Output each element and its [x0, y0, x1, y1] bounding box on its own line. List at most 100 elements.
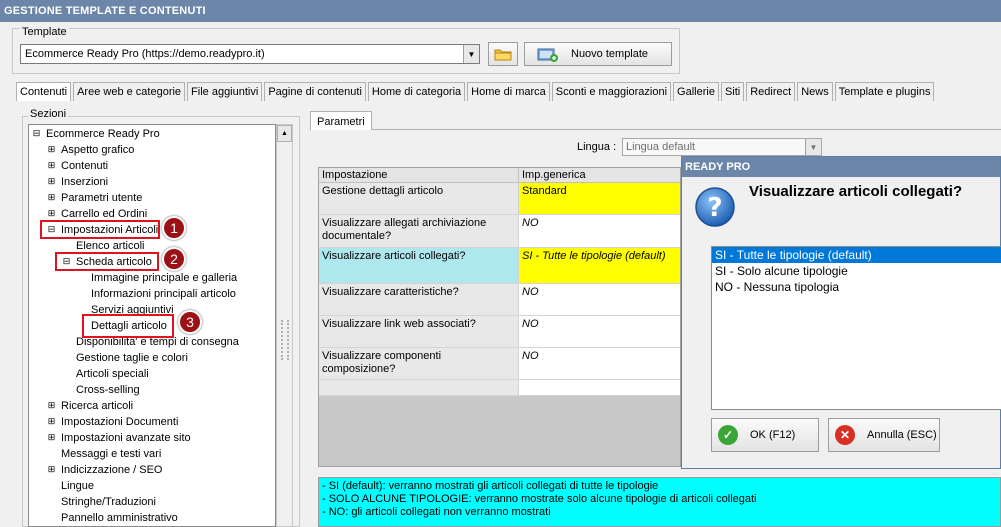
tree-item[interactable]: Immagine principale e galleria [91, 270, 237, 286]
tree-item-label: Stringhe/Traduzioni [61, 496, 156, 508]
expand-icon[interactable]: ⊞ [47, 465, 56, 475]
tree-item[interactable]: Stringhe/Traduzioni [61, 494, 156, 510]
tree-item[interactable]: ⊞ Impostazioni Documenti [47, 414, 179, 430]
tree-item[interactable]: Cross-selling [76, 382, 140, 398]
template-group-label: Template [20, 26, 69, 38]
option-item[interactable]: SI - Solo alcune tipologie [712, 263, 1001, 279]
help-line: - SOLO ALCUNE TIPOLOGIE: verranno mostra… [322, 493, 757, 505]
tab-parametri[interactable]: Parametri [310, 111, 372, 130]
setting-value[interactable]: Standard [519, 183, 680, 215]
setting-name-selected[interactable]: Visualizzare articoli collegati? [319, 248, 519, 284]
tree-item[interactable]: ⊞ Aspetto grafico [47, 142, 135, 158]
lingua-select[interactable]: Lingua default ▼ [622, 138, 822, 156]
dialog-question: Visualizzare articoli collegati? [749, 183, 963, 200]
setting-value[interactable]: NO [519, 284, 680, 316]
empty-row [319, 380, 519, 396]
tab-home-categoria[interactable]: Home di categoria [367, 82, 466, 101]
cancel-button-label: Annulla (ESC) [867, 429, 937, 441]
tree-item-label: Inserzioni [61, 176, 109, 188]
help-line: - SI (default): verranno mostrati gli ar… [322, 480, 659, 492]
tree-item-label: Pannello amministrativo [61, 512, 178, 524]
splitter-grip[interactable] [281, 320, 289, 360]
step-marker-1: 1 [162, 216, 186, 240]
setting-value[interactable]: NO [519, 316, 680, 348]
expand-icon[interactable]: ⊞ [47, 145, 56, 155]
setting-name[interactable]: Visualizzare link web associati? [319, 316, 519, 348]
tab-template-plugins[interactable]: Template e plugins [834, 82, 935, 101]
template-select[interactable]: Ecommerce Ready Pro (https://demo.readyp… [20, 44, 480, 64]
tab-contenuti[interactable]: Contenuti [16, 82, 72, 101]
dialog-title: READY PRO [682, 157, 1000, 177]
expand-icon[interactable]: ⊞ [47, 401, 56, 411]
new-template-label: Nuovo template [571, 48, 649, 60]
window-title: GESTIONE TEMPLATE E CONTENUTI [0, 0, 1001, 22]
collapse-icon[interactable]: ⊟ [32, 129, 41, 139]
setting-name[interactable]: Gestione dettagli articolo [319, 183, 519, 215]
tree-item-label: Articoli speciali [76, 368, 149, 380]
tree-item-label: Immagine principale e galleria [91, 272, 238, 284]
tree-item[interactable]: ⊞ Contenuti [47, 158, 108, 174]
highlight-box-dettagli [82, 314, 174, 338]
expand-icon[interactable]: ⊞ [47, 209, 56, 219]
tree-item[interactable]: ⊞ Inserzioni [47, 174, 108, 190]
tab-aree-web[interactable]: Aree web e categorie [73, 82, 186, 101]
setting-value-selected[interactable]: SI - Tutte le tipologie (default) [519, 248, 680, 284]
tab-sconti[interactable]: Sconti e maggiorazioni [551, 82, 672, 101]
tree-item-label: Impostazioni Documenti [61, 416, 179, 428]
tree-item-label: Ricerca articoli [61, 400, 134, 412]
expand-icon[interactable]: ⊞ [47, 417, 56, 427]
tree-item[interactable]: ⊞ Impostazioni avanzate sito [47, 430, 191, 446]
choice-dialog: READY PRO ? Visualizzare articoli colleg… [681, 156, 1001, 469]
tree-item[interactable]: Informazioni principali articolo [91, 286, 236, 302]
col-header-value[interactable]: Imp.generica [519, 168, 680, 183]
setting-name[interactable]: Visualizzare caratteristiche? [319, 284, 519, 316]
highlight-box-impostazioni [40, 220, 160, 239]
tree-item[interactable]: Articoli speciali [76, 366, 149, 382]
options-list[interactable]: SI - Tutte le tipologie (default) SI - S… [711, 246, 1001, 410]
tree-item[interactable]: ⊟ Ecommerce Ready Pro [32, 126, 160, 142]
tree-item[interactable]: Messaggi e testi vari [61, 446, 161, 462]
step-marker-2: 2 [162, 247, 186, 271]
ok-button-label: OK (F12) [750, 429, 796, 441]
highlight-box-scheda [55, 252, 159, 271]
scroll-up-icon[interactable]: ▲ [277, 125, 292, 142]
expand-icon[interactable]: ⊞ [47, 177, 56, 187]
tree-item-label: Informazioni principali articolo [91, 288, 236, 300]
tab-pagine-contenuti[interactable]: Pagine di contenuti [264, 82, 366, 101]
open-folder-button[interactable] [488, 42, 518, 66]
ok-button[interactable]: ✓ OK (F12) [711, 418, 819, 452]
tree-item[interactable]: ⊞ Parametri utente [47, 190, 143, 206]
tree-item[interactable]: Gestione taglie e colori [76, 350, 188, 366]
checkmark-icon: ✓ [718, 425, 738, 445]
cancel-button[interactable]: ✕ Annulla (ESC) [828, 418, 940, 452]
setting-value[interactable]: NO [519, 348, 680, 380]
tree-item[interactable]: Lingue [61, 478, 94, 494]
settings-grid[interactable]: Impostazione Imp.generica Gestione detta… [318, 167, 681, 467]
tree-item-label: Impostazioni avanzate sito [61, 432, 191, 444]
expand-icon[interactable]: ⊞ [47, 193, 56, 203]
tab-news[interactable]: News [797, 82, 833, 101]
add-template-icon [537, 48, 558, 62]
expand-icon[interactable]: ⊞ [47, 161, 56, 171]
setting-name[interactable]: Visualizzare allegati archiviazione docu… [319, 215, 519, 248]
tree-item-label: Elenco articoli [76, 240, 145, 252]
tab-redirect[interactable]: Redirect [746, 82, 796, 101]
col-header-setting[interactable]: Impostazione [319, 168, 519, 183]
tab-gallerie[interactable]: Gallerie [673, 82, 719, 101]
option-item[interactable]: NO - Nessuna tipologia [712, 279, 1001, 295]
tree-item[interactable]: Pannello amministrativo [61, 510, 178, 526]
chevron-down-icon[interactable]: ▼ [463, 45, 479, 63]
expand-icon[interactable]: ⊞ [47, 433, 56, 443]
tab-siti[interactable]: Siti [720, 82, 745, 101]
step-marker-3: 3 [178, 310, 202, 334]
setting-name[interactable]: Visualizzare componenti composizione? [319, 348, 519, 380]
tab-home-marca[interactable]: Home di marca [467, 82, 550, 101]
tab-file-aggiuntivi[interactable]: File aggiuntivi [187, 82, 263, 101]
chevron-down-icon[interactable]: ▼ [805, 139, 821, 155]
tree-item[interactable]: ⊞ Ricerca articoli [47, 398, 133, 414]
setting-value[interactable]: NO [519, 215, 680, 248]
new-template-button[interactable]: Nuovo template [524, 42, 672, 66]
tree-item[interactable]: ⊞ Indicizzazione / SEO [47, 462, 163, 478]
template-select-value: Ecommerce Ready Pro (https://demo.readyp… [25, 48, 265, 60]
option-item-selected[interactable]: SI - Tutte le tipologie (default) [712, 247, 1001, 263]
